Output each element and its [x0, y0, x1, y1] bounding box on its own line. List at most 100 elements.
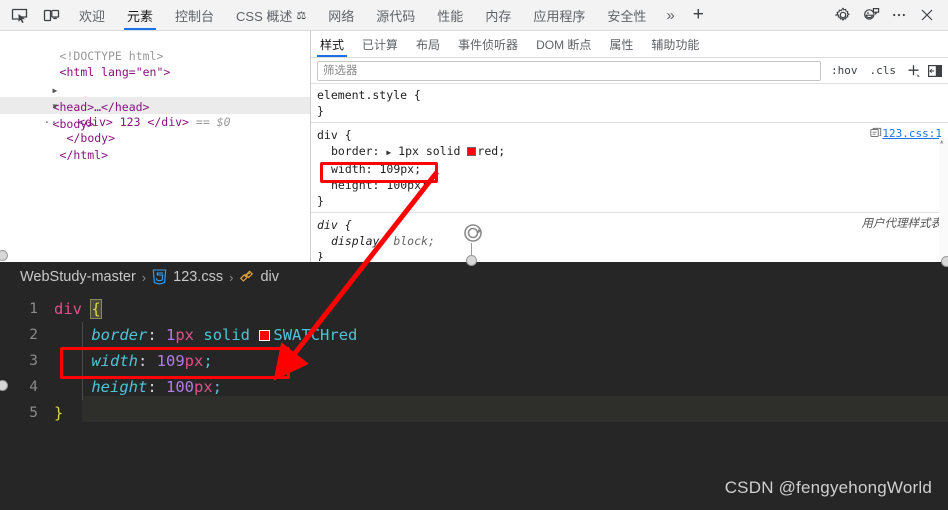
new-style-rule-button[interactable]: [902, 63, 924, 78]
tab-elements[interactable]: 元素: [116, 0, 164, 30]
settings-gear-icon[interactable]: [830, 3, 856, 27]
declaration-name[interactable]: width: [331, 162, 366, 176]
code-line-2[interactable]: 2 border: 1px solid SWATCHred: [0, 322, 948, 348]
rule-div-user-agent[interactable]: 用户代理样式表 div { display: block; }: [311, 213, 948, 261]
line-number: 1: [29, 301, 38, 317]
styles-tab-layout[interactable]: 布局: [407, 31, 449, 57]
filter-input[interactable]: [317, 60, 821, 81]
expand-triangle-icon[interactable]: ▶: [53, 86, 58, 95]
declaration-value[interactable]: 1px solid: [398, 144, 460, 158]
resize-handle-right[interactable]: [941, 256, 948, 267]
styles-filter-bar: :hov .cls: [311, 58, 948, 84]
collapse-triangle-icon[interactable]: ▼: [53, 102, 58, 111]
breadcrumb-project[interactable]: WebStudy-master: [20, 269, 136, 285]
styles-tab-label: DOM 断点: [536, 37, 592, 52]
tab-welcome[interactable]: 欢迎: [68, 0, 116, 30]
declaration-width[interactable]: width: 109px;: [317, 161, 944, 177]
declaration-semicolon: ;: [427, 234, 435, 248]
code-line-1[interactable]: 1 div {: [0, 296, 948, 322]
tab-label: 网络: [328, 8, 355, 24]
tab-console[interactable]: 控制台: [164, 0, 225, 30]
token-number: 1: [166, 326, 176, 344]
token-semicolon: red: [329, 326, 358, 344]
declaration-border[interactable]: border: ▶ 1px solid red;: [317, 143, 944, 161]
toolbar-left-icons: [0, 0, 68, 30]
dom-row-text: <div> 123 </div>: [78, 114, 189, 129]
breadcrumb-file[interactable]: 123.css: [173, 269, 223, 285]
rule-selector: div {: [317, 218, 352, 232]
tab-label: 性能: [437, 8, 464, 24]
declaration-display: display: block;: [331, 234, 435, 248]
tab-css-overview[interactable]: CSS 概述 ⚖: [225, 0, 317, 30]
tab-network[interactable]: 网络: [317, 0, 365, 30]
rule-selector[interactable]: element.style {: [317, 88, 421, 102]
resize-handle-splitter[interactable]: [466, 255, 477, 266]
editor-breadcrumb: WebStudy-master › 123.css › div: [0, 262, 948, 292]
toolbar-right-icons: [830, 0, 948, 30]
color-swatch-editor[interactable]: [259, 330, 271, 341]
dom-row-doctype[interactable]: <!DOCTYPE html>: [0, 31, 310, 63]
declaration-value[interactable]: 109px: [379, 162, 414, 176]
toggle-computed-sidebar-button[interactable]: [924, 64, 946, 78]
tab-label: 安全性: [607, 8, 647, 24]
token-number: 100: [166, 378, 194, 396]
declaration-height[interactable]: height: 100px;: [317, 177, 944, 193]
line-content[interactable]: border: 1px solid SWATCHred: [54, 322, 948, 348]
rule-source-link[interactable]: 123.css:1: [882, 126, 942, 142]
tab-security[interactable]: 安全性: [596, 0, 657, 30]
tab-label: 控制台: [175, 8, 215, 24]
more-tabs-icon[interactable]: »: [657, 0, 683, 30]
dom-row-text: <head>…</head>: [52, 100, 150, 114]
token-keyword: solid: [203, 326, 251, 344]
inspect-element-icon[interactable]: [6, 3, 32, 27]
dom-tree-panel[interactable]: <!DOCTYPE html> <html lang="en"> ▶ <head…: [0, 31, 311, 262]
code-line-3[interactable]: 3 width: 109px;: [0, 348, 948, 374]
rule-div-authored[interactable]: 123.css:1 div { border: ▶ 1px solid red;…: [311, 123, 948, 213]
token-property: height: [91, 378, 148, 396]
tab-memory[interactable]: 内存: [474, 0, 522, 30]
hov-button[interactable]: :hov: [825, 64, 864, 77]
more-tabs-label: »: [666, 6, 675, 24]
more-options-icon[interactable]: [886, 3, 912, 27]
declaration-name[interactable]: border: [331, 144, 373, 158]
watermark: CSDN @fengyehongWorld: [724, 478, 932, 497]
styles-scrollbar[interactable]: [939, 134, 948, 261]
styles-tab-properties[interactable]: 属性: [600, 31, 642, 57]
dom-row-suffix: == $0: [195, 114, 231, 129]
breadcrumb-selector[interactable]: div: [260, 269, 279, 285]
declaration-name[interactable]: height: [331, 178, 373, 192]
line-content[interactable]: width: 109px;: [54, 348, 948, 374]
rule-close-brace: }: [317, 250, 324, 261]
styles-tab-label: 已计算: [362, 37, 399, 52]
tab-label: 欢迎: [79, 8, 106, 24]
styles-tab-dom-breakpoints[interactable]: DOM 断点: [527, 31, 600, 57]
styles-tab-accessibility[interactable]: 辅助功能: [642, 31, 708, 57]
close-icon[interactable]: [914, 3, 940, 27]
token-selector: div: [54, 300, 82, 318]
css-selector-icon: [239, 269, 254, 285]
add-panel-button[interactable]: +: [684, 0, 713, 30]
device-toolbar-icon[interactable]: [38, 3, 64, 27]
tab-sources[interactable]: 源代码: [365, 0, 426, 30]
feedback-icon[interactable]: [858, 3, 884, 27]
styles-tab-computed[interactable]: 已计算: [353, 31, 407, 57]
line-content[interactable]: div {: [54, 296, 948, 322]
token-colon: :: [147, 326, 166, 344]
css-rules-list[interactable]: element.style { } 123.css:1 div { border…: [311, 84, 948, 261]
styles-tab-styles[interactable]: 样式: [311, 31, 353, 57]
tab-application[interactable]: 应用程序: [522, 0, 596, 30]
declaration-value-color[interactable]: red: [477, 144, 498, 158]
rule-element-style[interactable]: element.style { }: [311, 84, 948, 123]
code-area[interactable]: 1 div { 2 border: 1px solid SWATCHred 3 …: [0, 292, 948, 426]
declaration-value[interactable]: 100px: [386, 178, 421, 192]
rule-selector[interactable]: div {: [317, 128, 352, 142]
styles-tab-event-listeners[interactable]: 事件侦听器: [449, 31, 527, 57]
token-number: 109: [156, 352, 185, 370]
tab-performance[interactable]: 性能: [426, 0, 474, 30]
tab-label: 应用程序: [533, 8, 586, 24]
styles-tab-label: 辅助功能: [651, 37, 700, 52]
color-swatch[interactable]: [467, 147, 477, 156]
cls-button[interactable]: .cls: [864, 64, 903, 77]
token-brace: }: [54, 404, 64, 422]
experiment-flask-icon: ⚖: [296, 9, 307, 22]
